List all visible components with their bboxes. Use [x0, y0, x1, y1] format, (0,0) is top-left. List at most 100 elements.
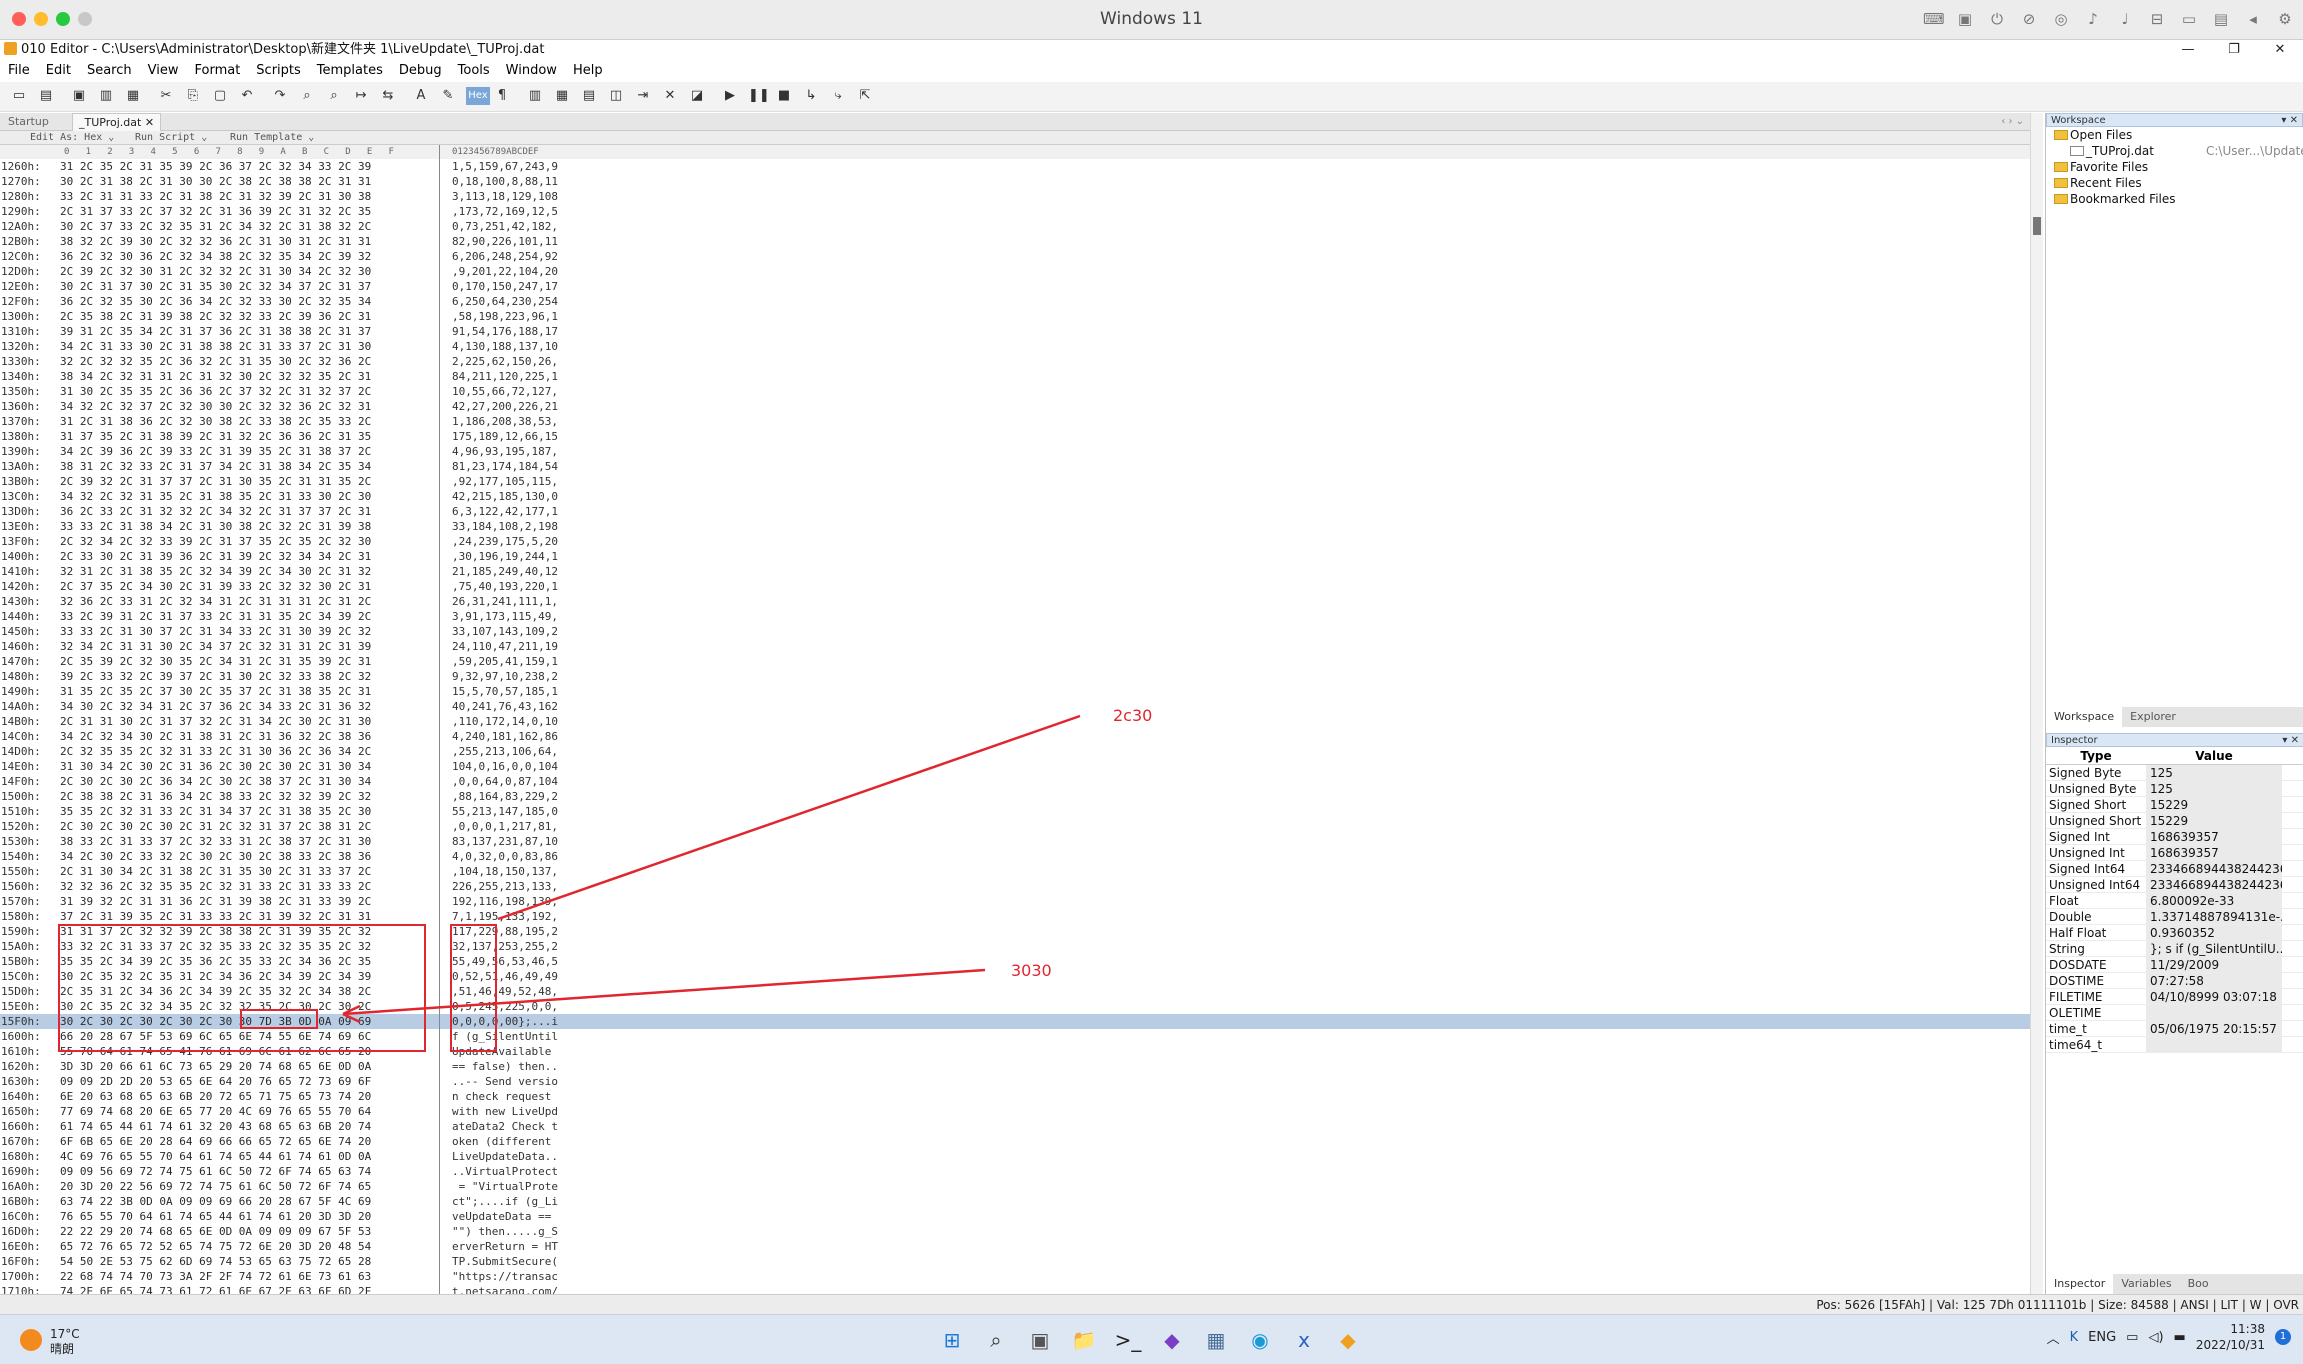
- row-ascii[interactable]: ,0,0,0,1,217,81,: [452, 819, 558, 834]
- row-ascii[interactable]: 6,250,64,230,254: [452, 294, 558, 309]
- row-hex-bytes[interactable]: 32 32 36 2C 32 35 35 2C 32 31 33 2C 31 3…: [60, 879, 371, 894]
- row-hex-bytes[interactable]: 34 2C 31 33 30 2C 31 38 38 2C 31 33 37 2…: [60, 339, 371, 354]
- run-script-dropdown[interactable]: Run Script ⌄: [135, 131, 207, 145]
- windows-start-icon[interactable]: ⊞: [936, 1324, 968, 1356]
- row-ascii[interactable]: oken (different: [452, 1134, 558, 1149]
- inspector-row[interactable]: Signed Int 168639357: [2046, 829, 2303, 845]
- hex-row[interactable]: 1610h: 55 70 64 61 74 65 41 76 61 69 6C 6…: [0, 1044, 2030, 1059]
- inspector-value[interactable]: [2146, 1037, 2282, 1052]
- inspector-value[interactable]: 168639357: [2146, 845, 2282, 860]
- row-ascii[interactable]: ,58,198,223,96,1: [452, 309, 558, 324]
- row-ascii[interactable]: 4,240,181,162,86: [452, 729, 558, 744]
- inspector-row[interactable]: Signed Short 15229: [2046, 797, 2303, 813]
- inspector-row[interactable]: Half Float 0.9360352: [2046, 925, 2303, 941]
- edge-icon[interactable]: ◉: [1244, 1324, 1276, 1356]
- inspector-row[interactable]: Float 6.800092e-33: [2046, 893, 2303, 909]
- hex-row[interactable]: 1500h: 2C 38 38 2C 31 36 34 2C 38 33 2C 3…: [0, 789, 2030, 804]
- hex-row[interactable]: 1400h: 2C 33 30 2C 31 39 36 2C 31 39 2C 3…: [0, 549, 2030, 564]
- row-ascii[interactable]: ,173,72,169,12,5: [452, 204, 558, 219]
- row-hex-bytes[interactable]: 31 37 35 2C 31 38 39 2C 31 32 2C 36 36 2…: [60, 429, 371, 444]
- battery-icon[interactable]: ▬: [2174, 1330, 2186, 1345]
- tab-variables[interactable]: Variables: [2113, 1274, 2179, 1294]
- hex-row[interactable]: 1540h: 34 2C 30 2C 33 32 2C 30 2C 30 2C 3…: [0, 849, 2030, 864]
- row-hex-bytes[interactable]: 39 2C 33 32 2C 39 37 2C 31 30 2C 32 33 3…: [60, 669, 371, 684]
- row-ascii[interactable]: 15,5,70,57,185,1: [452, 684, 558, 699]
- new-file-icon[interactable]: ▭: [10, 87, 28, 105]
- highlight-icon[interactable]: ✎: [439, 87, 457, 105]
- terminal-icon[interactable]: >_: [1112, 1324, 1144, 1356]
- row-hex-bytes[interactable]: 30 2C 30 2C 30 2C 30 2C 30 30 7D 3B 0D 0…: [60, 1014, 371, 1029]
- template-icon[interactable]: ◫: [607, 87, 625, 105]
- hex-row[interactable]: 14C0h: 34 2C 32 34 30 2C 31 38 31 2C 31 3…: [0, 729, 2030, 744]
- inspector-row[interactable]: FILETIME 04/10/8999 03:07:18: [2046, 989, 2303, 1005]
- row-hex-bytes[interactable]: 31 30 2C 35 35 2C 36 36 2C 37 32 2C 31 3…: [60, 384, 371, 399]
- pause-icon[interactable]: ❚❚: [748, 87, 770, 105]
- find-replace-icon[interactable]: ⌕: [325, 87, 343, 105]
- row-hex-bytes[interactable]: 2C 35 38 2C 31 39 38 2C 32 32 33 2C 39 3…: [60, 309, 371, 324]
- inspector-value[interactable]: 15229: [2146, 813, 2282, 828]
- hex-row[interactable]: 1620h: 3D 3D 20 66 61 6C 73 65 29 20 74 6…: [0, 1059, 2030, 1074]
- tree-bookmarked-files[interactable]: Bookmarked Files: [2050, 191, 2303, 207]
- row-hex-bytes[interactable]: 2C 39 2C 32 30 31 2C 32 32 2C 31 30 34 2…: [60, 264, 371, 279]
- row-ascii[interactable]: 33,107,143,109,2: [452, 624, 558, 639]
- hex-row[interactable]: 1430h: 32 36 2C 33 31 2C 32 34 31 2C 31 3…: [0, 594, 2030, 609]
- minimize-button[interactable]: —: [2165, 40, 2211, 60]
- hex-row[interactable]: 1650h: 77 69 74 68 20 6E 65 77 20 4C 69 7…: [0, 1104, 2030, 1119]
- row-ascii[interactable]: 0,0,0,0,00};...i: [452, 1014, 558, 1029]
- inspector-row[interactable]: time64_t: [2046, 1037, 2303, 1053]
- hex-row[interactable]: 1690h: 09 09 56 69 72 74 75 61 6C 50 72 6…: [0, 1164, 2030, 1179]
- row-hex-bytes[interactable]: 38 31 2C 32 33 2C 31 37 34 2C 31 38 34 2…: [60, 459, 371, 474]
- back-icon[interactable]: ◂: [2243, 9, 2263, 29]
- row-hex-bytes[interactable]: 36 2C 32 30 36 2C 32 34 38 2C 32 35 34 2…: [60, 249, 371, 264]
- hex-row[interactable]: 1630h: 09 09 2D 2D 20 53 65 6E 64 20 76 6…: [0, 1074, 2030, 1089]
- gear-icon[interactable]: ⚙: [2275, 9, 2295, 29]
- row-hex-bytes[interactable]: 31 30 34 2C 30 2C 31 36 2C 30 2C 30 2C 3…: [60, 759, 371, 774]
- row-hex-bytes[interactable]: 33 33 2C 31 38 34 2C 31 30 38 2C 32 2C 3…: [60, 519, 371, 534]
- hex-row[interactable]: 1640h: 6E 20 63 68 65 63 6B 20 72 65 71 7…: [0, 1089, 2030, 1104]
- row-ascii[interactable]: ,24,239,175,5,20: [452, 534, 558, 549]
- inspector-value[interactable]: }; s if (g_SilentUntilU...: [2146, 941, 2282, 956]
- row-ascii[interactable]: = "VirtualProte: [452, 1179, 558, 1194]
- row-hex-bytes[interactable]: 30 2C 35 32 2C 35 31 2C 34 36 2C 34 39 2…: [60, 969, 371, 984]
- inspector-value[interactable]: 04/10/8999 03:07:18: [2146, 989, 2282, 1004]
- row-ascii[interactable]: f (g_SilentUntil: [452, 1029, 558, 1044]
- row-hex-bytes[interactable]: 33 33 2C 31 30 37 2C 31 34 33 2C 31 30 3…: [60, 624, 371, 639]
- hex-row[interactable]: 1550h: 2C 31 30 34 2C 31 38 2C 31 35 30 2…: [0, 864, 2030, 879]
- inspector-row[interactable]: Double 1.33714887894131e-...: [2046, 909, 2303, 925]
- row-hex-bytes[interactable]: 33 32 2C 31 33 37 2C 32 35 33 2C 32 35 3…: [60, 939, 371, 954]
- row-hex-bytes[interactable]: 32 36 2C 33 31 2C 32 34 31 2C 31 31 31 2…: [60, 594, 371, 609]
- paragraph-icon[interactable]: ¶: [493, 87, 511, 105]
- hex-row[interactable]: 1300h: 2C 35 38 2C 31 39 38 2C 32 32 33 2…: [0, 309, 2030, 324]
- hex-row[interactable]: 12E0h: 30 2C 31 37 30 2C 31 35 30 2C 32 3…: [0, 279, 2030, 294]
- hex-row[interactable]: 12B0h: 38 32 2C 39 30 2C 32 32 36 2C 31 3…: [0, 234, 2030, 249]
- row-hex-bytes[interactable]: 63 74 22 3B 0D 0A 09 09 69 66 20 28 67 5…: [60, 1194, 371, 1209]
- hex-row[interactable]: 1340h: 38 34 2C 32 31 31 2C 31 32 30 2C 3…: [0, 369, 2030, 384]
- run-template-dropdown[interactable]: Run Template ⌄: [230, 131, 314, 145]
- menu-help[interactable]: Help: [565, 60, 611, 82]
- row-hex-bytes[interactable]: 09 09 2D 2D 20 53 65 6E 64 20 76 65 72 7…: [60, 1074, 371, 1089]
- save-icon[interactable]: ▣: [70, 87, 88, 105]
- row-hex-bytes[interactable]: 34 2C 39 36 2C 39 33 2C 31 39 35 2C 31 3…: [60, 444, 371, 459]
- row-hex-bytes[interactable]: 2C 38 38 2C 31 36 34 2C 38 33 2C 32 32 3…: [60, 789, 371, 804]
- step-out-icon[interactable]: ⇱: [856, 87, 874, 105]
- inspector-value[interactable]: 2334668944382442365: [2146, 877, 2282, 892]
- inspector-value[interactable]: 0.9360352: [2146, 925, 2282, 940]
- hex-row[interactable]: 15A0h: 33 32 2C 31 33 37 2C 32 35 33 2C 3…: [0, 939, 2030, 954]
- row-ascii[interactable]: ,92,177,105,115,: [452, 474, 558, 489]
- redo-icon[interactable]: ↷: [271, 87, 289, 105]
- hex-row[interactable]: 1280h: 33 2C 31 31 33 2C 31 38 2C 31 32 3…: [0, 189, 2030, 204]
- clock[interactable]: 11:38 2022/10/31: [2196, 1321, 2265, 1353]
- photos-icon[interactable]: ▦: [1200, 1324, 1232, 1356]
- hex-row[interactable]: 1460h: 32 34 2C 31 31 30 2C 34 37 2C 32 3…: [0, 639, 2030, 654]
- hex-row[interactable]: 16F0h: 54 50 2E 53 75 62 6D 69 74 53 65 6…: [0, 1254, 2030, 1269]
- hex-row[interactable]: 1370h: 31 2C 31 38 36 2C 32 30 38 2C 33 3…: [0, 414, 2030, 429]
- disk-icon[interactable]: ⊟: [2147, 9, 2167, 29]
- row-hex-bytes[interactable]: 4C 69 76 65 55 70 64 61 74 65 44 61 74 6…: [60, 1149, 371, 1164]
- bookmark-icon[interactable]: ▤: [580, 87, 598, 105]
- globe-icon[interactable]: ◎: [2051, 9, 2071, 29]
- histogram-icon[interactable]: ✕: [661, 87, 679, 105]
- row-ascii[interactable]: 84,211,120,225,1: [452, 369, 558, 384]
- inspector-row[interactable]: String}; s if (g_SilentUntilU...: [2046, 941, 2303, 957]
- usb-icon[interactable]: ⏻: [1987, 9, 2007, 29]
- script-icon[interactable]: ⇥: [634, 87, 652, 105]
